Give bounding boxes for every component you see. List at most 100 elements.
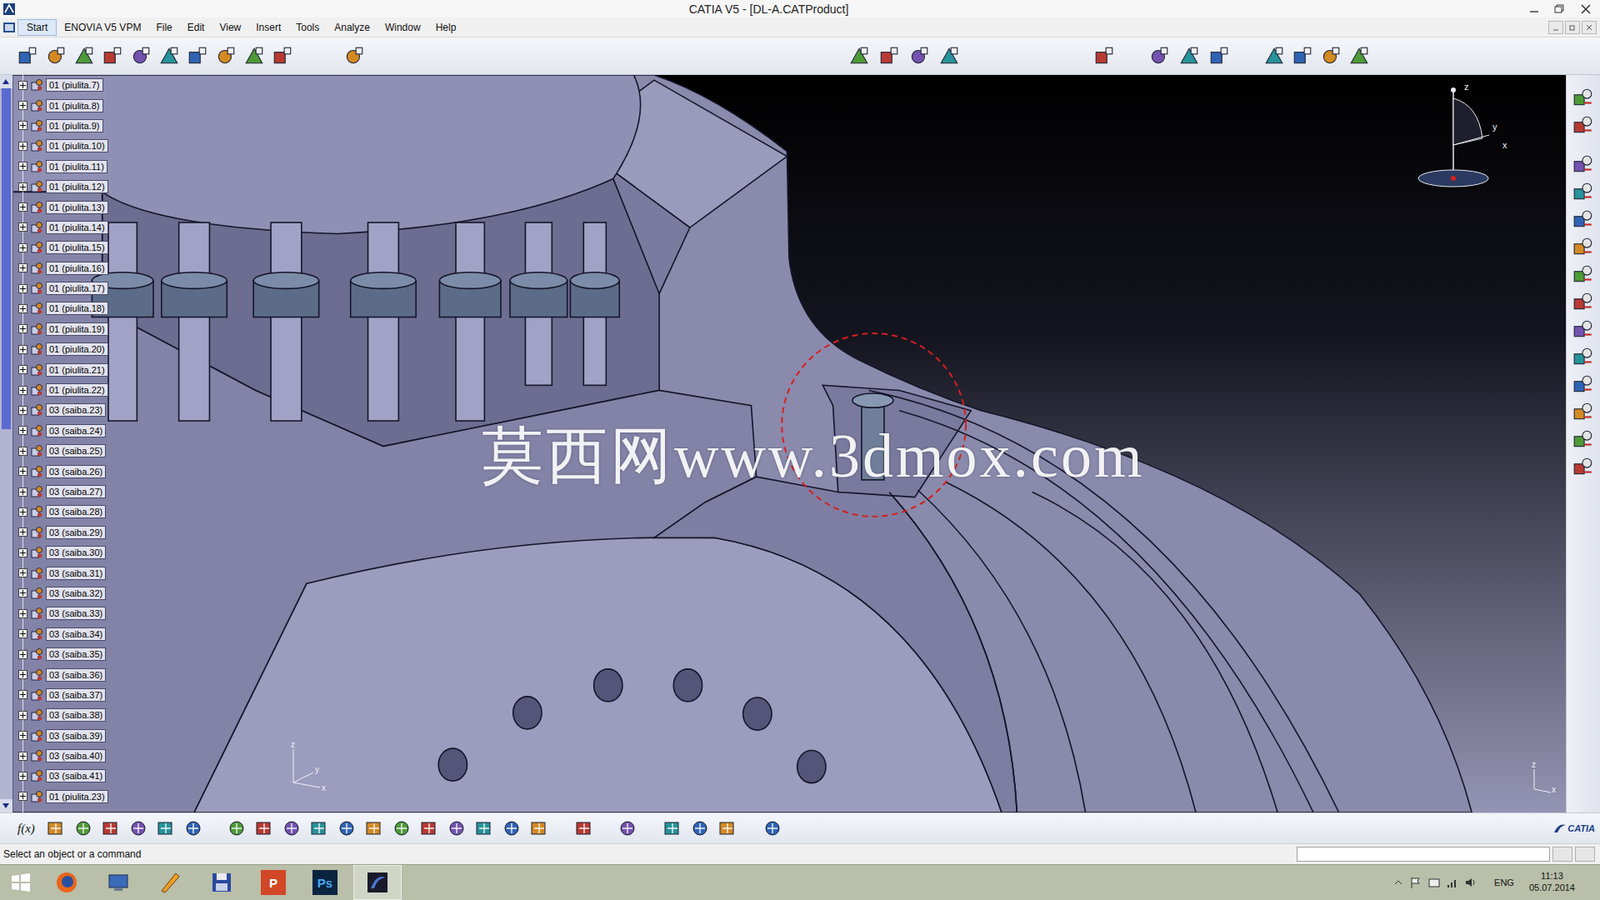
update-icon[interactable] <box>243 45 265 67</box>
snap-icon[interactable] <box>938 45 960 67</box>
tree-item[interactable]: 01 (piulita.21) <box>18 359 109 380</box>
expand-icon[interactable] <box>18 243 28 253</box>
bom-icon[interactable] <box>1263 45 1285 67</box>
tree-item[interactable]: 03 (saiba.24) <box>18 420 109 441</box>
menu-item[interactable]: Tools <box>288 19 327 36</box>
manipulate-icon[interactable] <box>1093 45 1115 67</box>
measure-icon[interactable] <box>1148 45 1170 67</box>
expand-icon[interactable] <box>18 670 28 680</box>
expand-icon[interactable] <box>18 263 28 273</box>
angle-icon[interactable] <box>1572 263 1595 285</box>
menu-item[interactable]: ENOVIA V5 VPM <box>56 19 149 36</box>
expand-icon[interactable] <box>18 304 28 314</box>
network-icon[interactable] <box>1427 875 1441 890</box>
tree-item[interactable]: 03 (saiba.30) <box>18 542 109 563</box>
close-icon[interactable] <box>1571 1 1600 17</box>
menu-item[interactable]: Help <box>428 19 465 36</box>
language-indicator[interactable]: ENG <box>1494 877 1515 888</box>
scroll-up-icon[interactable] <box>0 75 13 89</box>
sheet-icon[interactable] <box>617 818 638 839</box>
tree-item[interactable]: 03 (saiba.33) <box>18 603 109 624</box>
expand-icon[interactable] <box>18 730 28 740</box>
replace-icon[interactable] <box>130 45 152 67</box>
tree-item[interactable]: 01 (piulita.18) <box>18 298 109 319</box>
show-hidden-icon[interactable] <box>1392 876 1405 889</box>
table-icon[interactable] <box>100 818 121 839</box>
update-constraint-icon[interactable] <box>1572 455 1595 478</box>
menu-item[interactable]: Window <box>377 19 429 36</box>
expand-icon[interactable] <box>18 120 28 130</box>
expand-icon[interactable] <box>18 425 28 435</box>
sketch-icon[interactable] <box>158 45 180 67</box>
fit-all-icon[interactable] <box>254 818 275 839</box>
expand-icon[interactable] <box>18 690 28 700</box>
expand-icon[interactable] <box>18 141 28 151</box>
comment-icon[interactable] <box>73 818 94 839</box>
expand-icon[interactable] <box>18 507 28 517</box>
tree-item[interactable]: 03 (saiba.27) <box>18 481 109 502</box>
zoom-in-icon[interactable] <box>336 818 357 839</box>
shading-icon[interactable] <box>474 818 495 839</box>
clash-icon[interactable] <box>878 45 900 67</box>
taskbar-app[interactable] <box>353 865 402 900</box>
3d-viewport[interactable]: 01 (piulita.7)01 (piulita.8)01 (piulita.… <box>0 75 1566 813</box>
minimize-icon[interactable] <box>1521 1 1547 17</box>
tree-item[interactable]: 03 (saiba.29) <box>18 522 109 543</box>
formula-button[interactable]: f(x) <box>15 820 38 838</box>
expand-icon[interactable] <box>18 182 28 192</box>
hide-show-icon[interactable] <box>501 818 522 839</box>
taskbar-app[interactable] <box>198 865 245 900</box>
multi-view-icon[interactable] <box>419 818 440 839</box>
tree-item[interactable]: 01 (piulita.19) <box>18 319 109 340</box>
tree-item[interactable]: 01 (piulita.11) <box>18 156 109 177</box>
menu-item[interactable]: Edit <box>180 19 213 36</box>
expand-icon[interactable] <box>18 324 28 334</box>
reorder-icon[interactable] <box>215 45 237 67</box>
tree-item[interactable]: 03 (saiba.32) <box>18 583 109 604</box>
tree-item[interactable]: 01 (piulita.22) <box>18 380 109 400</box>
expand-icon[interactable] <box>18 284 28 294</box>
windows-start-icon[interactable] <box>10 871 32 894</box>
doc-minimize-button[interactable] <box>1548 20 1564 35</box>
menu-item[interactable]: Start <box>17 19 57 36</box>
tree-item[interactable]: 01 (piulita.7) <box>18 75 109 95</box>
graph-tree-icon[interactable] <box>186 45 209 67</box>
tree-item[interactable]: 01 (piulita.9) <box>18 115 109 136</box>
tree-item[interactable]: 01 (piulita.17) <box>18 278 109 299</box>
expand-icon[interactable] <box>18 650 28 660</box>
assembly-icon[interactable] <box>1572 153 1595 175</box>
render-icon[interactable] <box>690 818 710 839</box>
section-icon[interactable] <box>908 45 930 67</box>
iso-view-icon[interactable] <box>446 818 467 839</box>
fix-icon[interactable] <box>1572 290 1595 313</box>
tree-item[interactable]: 01 (piulita.12) <box>18 176 109 197</box>
reuse-pattern-icon[interactable] <box>1572 428 1595 450</box>
expand-icon[interactable] <box>18 345 28 355</box>
catalog-icon[interactable] <box>1178 45 1200 67</box>
expand-icon[interactable] <box>18 222 28 232</box>
fly-icon[interactable] <box>226 818 247 839</box>
tree-item[interactable]: 03 (saiba.25) <box>18 440 109 461</box>
material-icon[interactable] <box>662 818 683 839</box>
menu-item[interactable]: Analyze <box>326 19 378 36</box>
expand-icon[interactable] <box>18 487 28 497</box>
menu-item[interactable]: File <box>148 19 180 36</box>
expand-icon[interactable] <box>18 202 28 212</box>
document-icon[interactable] <box>2 20 16 35</box>
analysis-icon[interactable] <box>1291 45 1314 67</box>
expand-icon[interactable] <box>18 568 28 578</box>
compass-icon[interactable]: zyx <box>1415 80 1516 205</box>
tree-item[interactable]: 03 (saiba.35) <box>18 644 109 665</box>
refresh-icon[interactable] <box>343 45 365 67</box>
tree-item[interactable]: 03 (saiba.39) <box>18 725 109 746</box>
view-icon[interactable] <box>1572 114 1595 136</box>
swap-icon[interactable] <box>529 818 550 839</box>
knowledge-icon[interactable] <box>45 818 66 839</box>
expand-icon[interactable] <box>18 405 28 415</box>
scene-icon[interactable] <box>1320 45 1342 67</box>
component-icon[interactable] <box>73 45 95 67</box>
select-icon[interactable] <box>1572 86 1595 109</box>
expand-icon[interactable] <box>18 100 28 110</box>
taskbar-app[interactable]: Ps <box>301 865 349 900</box>
model-render[interactable] <box>0 75 1566 813</box>
